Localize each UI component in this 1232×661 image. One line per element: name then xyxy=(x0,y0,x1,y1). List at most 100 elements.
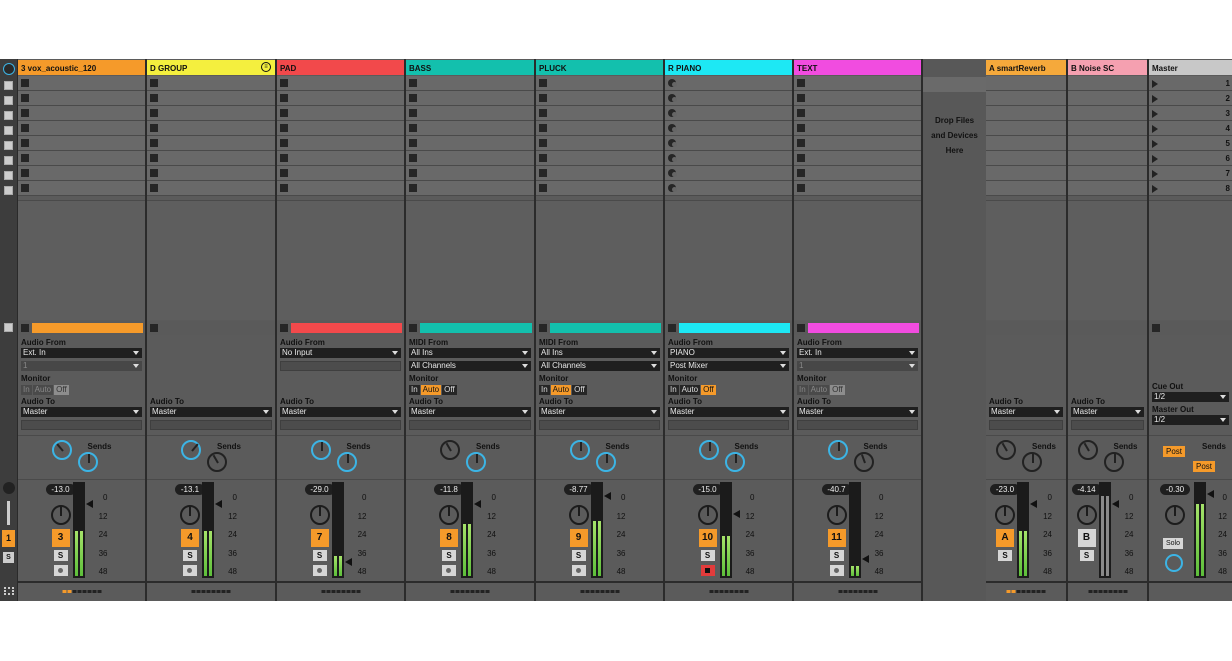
monitor-auto-button[interactable]: Auto xyxy=(679,385,701,395)
volume-display[interactable]: -13.1 xyxy=(175,484,205,495)
clip-slot[interactable] xyxy=(18,136,145,151)
input-type-dropdown[interactable]: All Ins xyxy=(409,348,531,358)
clip-slot[interactable] xyxy=(665,166,792,181)
fader-handle[interactable] xyxy=(732,510,740,518)
master-solo-button[interactable]: Solo xyxy=(1163,538,1184,549)
solo-button[interactable]: S xyxy=(183,550,197,561)
clip-slot[interactable] xyxy=(794,76,921,91)
return-title[interactable]: B Noise SC xyxy=(1068,60,1147,75)
clip-stop-icon[interactable] xyxy=(539,94,547,102)
clip-slot[interactable] xyxy=(277,166,404,181)
record-button-icon[interactable] xyxy=(668,124,677,132)
empty-clip-area[interactable] xyxy=(277,200,404,320)
scene-launch[interactable]: 5 xyxy=(1149,136,1232,151)
track-activator-button[interactable]: A xyxy=(996,529,1014,547)
clip-stop-icon[interactable] xyxy=(797,124,805,132)
solo-button[interactable]: S xyxy=(1079,550,1094,561)
send-b-knob[interactable] xyxy=(336,452,357,472)
solo-button[interactable]: S xyxy=(571,550,586,561)
fader-handle[interactable] xyxy=(1111,500,1119,508)
track-title[interactable]: BASS xyxy=(406,60,534,75)
pan-knob[interactable] xyxy=(697,505,718,525)
clip-slot[interactable] xyxy=(147,136,275,151)
clip-slot[interactable] xyxy=(536,181,663,196)
clip-slot[interactable] xyxy=(406,121,534,136)
crossfade-icon[interactable] xyxy=(3,482,15,494)
scene-play-icon[interactable] xyxy=(1152,125,1158,133)
fader-handle[interactable] xyxy=(344,558,352,566)
send-b-knob[interactable] xyxy=(724,452,745,472)
clip-stop-icon[interactable] xyxy=(21,109,29,117)
solo-button[interactable]: S xyxy=(442,550,456,561)
clip-slot[interactable] xyxy=(794,106,921,121)
clip-stop-icon[interactable] xyxy=(797,79,805,87)
empty-clip-area[interactable] xyxy=(665,200,792,320)
clip-stop-icon[interactable] xyxy=(21,124,29,132)
send-a-knob[interactable] xyxy=(827,440,848,460)
crossfade-assign[interactable] xyxy=(536,581,663,601)
volume-display[interactable]: -29.0 xyxy=(304,484,335,495)
clip-stop-icon[interactable] xyxy=(280,184,288,192)
empty-clip-area[interactable] xyxy=(147,200,275,320)
clip-stop-icon[interactable] xyxy=(539,139,547,147)
clip-stop-icon[interactable] xyxy=(150,139,158,147)
clip-slot[interactable] xyxy=(536,136,663,151)
drop-zone[interactable]: Drop Files and Devices Here xyxy=(923,59,986,601)
track-activator-button[interactable]: 3 xyxy=(51,529,70,547)
send-a-knob[interactable] xyxy=(569,440,590,460)
crossfade-assign[interactable] xyxy=(277,581,404,601)
clip-slot[interactable] xyxy=(794,151,921,166)
volume-display[interactable]: -4.14 xyxy=(1071,484,1102,495)
track-title[interactable]: TEXT xyxy=(794,60,921,75)
stop-clip-icon[interactable] xyxy=(150,324,158,332)
clip-stop-icon[interactable] xyxy=(409,184,417,192)
arm-button[interactable] xyxy=(700,565,715,576)
send-b-knob[interactable] xyxy=(466,452,486,472)
send-a-knob[interactable] xyxy=(440,440,460,460)
clip-slot[interactable] xyxy=(18,151,145,166)
solo-button[interactable]: S xyxy=(53,550,68,561)
fader-icon[interactable] xyxy=(7,501,10,525)
record-button-icon[interactable] xyxy=(668,169,677,177)
audio-to-dropdown[interactable]: Master xyxy=(409,407,531,417)
record-button-icon[interactable] xyxy=(668,184,677,192)
clip-stop-icon[interactable] xyxy=(280,79,288,87)
clip-stop-icon[interactable] xyxy=(409,169,417,177)
audio-to-dropdown[interactable]: Master xyxy=(150,407,272,417)
monitor-auto-button[interactable]: Auto xyxy=(32,385,54,395)
post-a-button[interactable]: Post xyxy=(1163,446,1186,457)
volume-display[interactable]: -13.0 xyxy=(45,484,76,495)
monitor-in-button[interactable]: In xyxy=(797,385,808,395)
stop-clip-icon[interactable] xyxy=(539,324,547,332)
track-activator-button[interactable]: 4 xyxy=(181,529,199,547)
clip-stop-icon[interactable] xyxy=(21,139,29,147)
scene-launch[interactable]: 1 xyxy=(1149,76,1232,91)
clip-slot[interactable] xyxy=(147,181,275,196)
clip-slot[interactable] xyxy=(277,151,404,166)
audio-to-dropdown[interactable]: Master xyxy=(797,407,918,417)
arm-button[interactable] xyxy=(442,565,456,576)
record-button-icon[interactable] xyxy=(668,154,677,162)
input-channel-dropdown[interactable]: Post Mixer xyxy=(668,361,789,371)
scene-play-icon[interactable] xyxy=(1152,185,1158,193)
clip-stop-icon[interactable] xyxy=(280,169,288,177)
track-activator-button[interactable]: 11 xyxy=(827,529,846,547)
arm-button[interactable] xyxy=(53,565,68,576)
clip-stop-icon[interactable] xyxy=(539,184,547,192)
pan-knob[interactable] xyxy=(180,505,200,525)
input-type-dropdown[interactable]: Ext. In xyxy=(21,348,142,358)
master-title[interactable]: Master xyxy=(1149,60,1232,75)
clip-slot[interactable] xyxy=(18,121,145,136)
clip-stop-icon[interactable] xyxy=(150,109,158,117)
volume-display[interactable]: -23.0 xyxy=(990,484,1020,495)
clip-slot[interactable] xyxy=(18,166,145,181)
volume-display[interactable]: -11.8 xyxy=(434,484,464,495)
session-toggle-icon[interactable] xyxy=(3,63,15,75)
clip-stop-icon[interactable] xyxy=(150,169,158,177)
monitor-off-button[interactable]: Off xyxy=(572,385,587,395)
clip-stop-icon[interactable] xyxy=(539,154,547,162)
track-activator-button[interactable]: 10 xyxy=(698,529,717,547)
pan-knob[interactable] xyxy=(568,505,589,525)
track-title[interactable]: D GROUP xyxy=(147,60,275,75)
solo-button[interactable]: S xyxy=(998,550,1012,561)
